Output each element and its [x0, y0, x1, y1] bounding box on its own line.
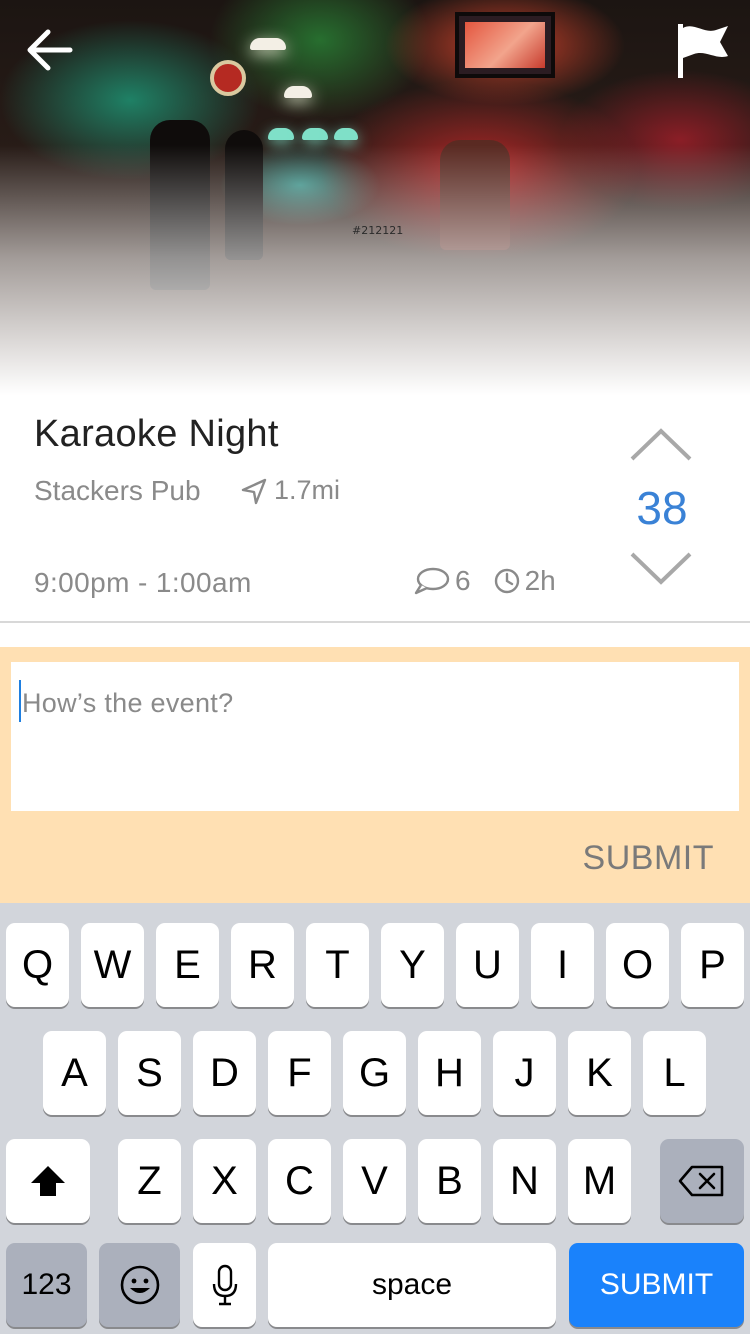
comment-count: 6	[455, 565, 471, 596]
emoji-key[interactable]	[99, 1243, 180, 1327]
upvote-button[interactable]	[628, 425, 694, 463]
key-y[interactable]: Y	[381, 923, 444, 1007]
key-h[interactable]: H	[418, 1031, 481, 1115]
key-e[interactable]: E	[156, 923, 219, 1007]
key-x[interactable]: X	[193, 1139, 256, 1223]
shift-key[interactable]	[6, 1139, 90, 1223]
flag-icon	[678, 24, 728, 78]
event-meta: 6 2h	[413, 565, 578, 597]
event-card[interactable]: Karaoke Night Stackers Pub 1.7mi 9:00pm …	[0, 395, 750, 621]
comment-bubble-icon	[414, 567, 450, 595]
emoji-icon	[120, 1265, 159, 1305]
venue-name: Stackers Pub	[34, 475, 201, 506]
key-s[interactable]: S	[118, 1031, 181, 1115]
key-o[interactable]: O	[606, 923, 669, 1007]
event-title: Karaoke Night	[34, 413, 279, 455]
key-r[interactable]: R	[231, 923, 294, 1007]
ceiling-lamp	[284, 86, 312, 98]
location-arrow-icon	[241, 478, 267, 504]
key-l[interactable]: L	[643, 1031, 706, 1115]
pool-table-lamp	[302, 128, 328, 140]
key-d[interactable]: D	[193, 1031, 256, 1115]
key-u[interactable]: U	[456, 923, 519, 1007]
downvote-button[interactable]	[628, 550, 694, 588]
key-m[interactable]: M	[568, 1139, 631, 1223]
key-b[interactable]: B	[418, 1139, 481, 1223]
key-i[interactable]: I	[531, 923, 594, 1007]
key-f[interactable]: F	[268, 1031, 331, 1115]
key-t[interactable]: T	[306, 923, 369, 1007]
microphone-icon	[212, 1264, 237, 1306]
key-v[interactable]: V	[343, 1139, 406, 1223]
shift-arrow-icon	[31, 1166, 65, 1196]
key-a[interactable]: A	[43, 1031, 106, 1115]
comment-input[interactable]: How’s the event?	[11, 662, 739, 811]
return-submit-key[interactable]: SUBMIT	[569, 1243, 744, 1327]
event-time: 9:00pm - 1:00am	[34, 567, 252, 598]
distance-value: 1.7mi	[274, 475, 341, 505]
report-button[interactable]	[672, 20, 732, 82]
key-j[interactable]: J	[493, 1031, 556, 1115]
arrow-left-icon	[27, 29, 73, 71]
dictation-key[interactable]	[193, 1243, 256, 1327]
back-button[interactable]	[22, 22, 78, 78]
distance: 1.7mi	[240, 475, 340, 506]
event-age: 2h	[524, 565, 556, 596]
key-n[interactable]: N	[493, 1139, 556, 1223]
keyboard: Q W E R T Y U I O P A S D F G H J K L Z …	[0, 903, 750, 1334]
image-tag: #212121	[352, 224, 404, 237]
submit-button[interactable]: SUBMIT	[583, 839, 714, 878]
pool-table-lamp	[334, 128, 358, 140]
pool-table-lamp	[268, 128, 294, 140]
key-q[interactable]: Q	[6, 923, 69, 1007]
event-photo: #212121	[0, 0, 750, 395]
tv-screen	[455, 12, 555, 78]
key-p[interactable]: P	[681, 923, 744, 1007]
key-k[interactable]: K	[568, 1031, 631, 1115]
chevron-up-icon	[630, 428, 692, 461]
vote-count: 38	[636, 482, 688, 534]
ceiling-lamp	[250, 38, 286, 50]
space-key[interactable]: space	[268, 1243, 556, 1327]
key-c[interactable]: C	[268, 1139, 331, 1223]
key-z[interactable]: Z	[118, 1139, 181, 1223]
key-g[interactable]: G	[343, 1031, 406, 1115]
text-cursor	[19, 680, 21, 722]
comment-placeholder: How’s the event?	[22, 688, 234, 718]
neon-sign	[210, 60, 246, 96]
comment-panel: How’s the event? SUBMIT	[0, 647, 750, 903]
key-w[interactable]: W	[81, 923, 144, 1007]
divider	[0, 621, 750, 623]
chevron-down-icon	[630, 552, 692, 585]
backspace-icon	[678, 1165, 724, 1197]
delete-key[interactable]	[660, 1139, 744, 1223]
numbers-key[interactable]: 123	[6, 1243, 87, 1327]
clock-icon	[494, 568, 519, 594]
